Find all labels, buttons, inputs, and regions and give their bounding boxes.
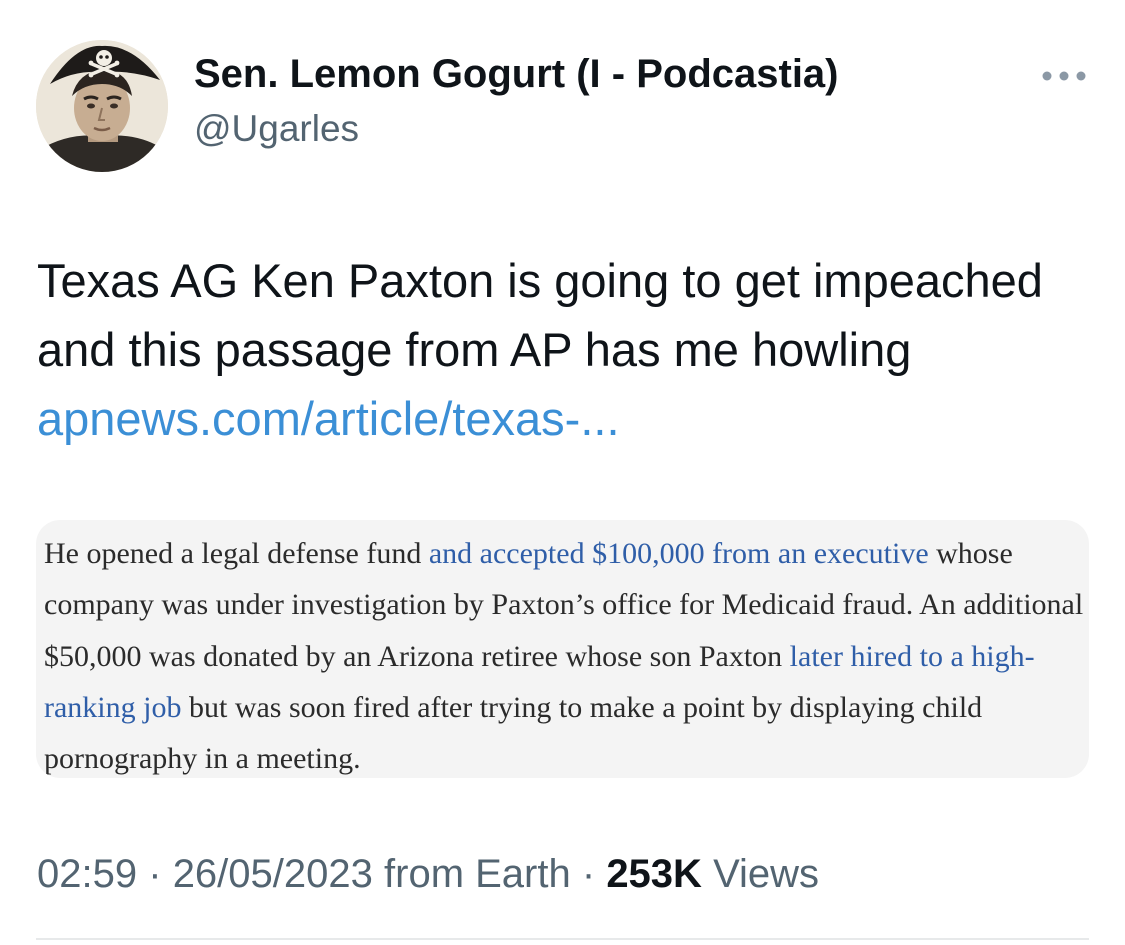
meta-separator: · bbox=[148, 852, 162, 896]
image-quote-text: He opened a legal defense fund and accep… bbox=[44, 528, 1089, 778]
meta-separator: · bbox=[581, 852, 596, 896]
article-link[interactable]: apnews.com/article/texas-... bbox=[37, 392, 620, 445]
author-display-name[interactable]: Sen. Lemon Gogurt (I - Podcastia) bbox=[194, 52, 839, 97]
tweet-time[interactable]: 02:59 bbox=[37, 852, 137, 896]
more-options-button[interactable] bbox=[1036, 60, 1092, 92]
tweet-body: Texas AG Ken Paxton is going to get impe… bbox=[37, 254, 1043, 376]
tweet-meta: 02:59 · 26/05/2023 from Earth · 253K Vie… bbox=[37, 852, 819, 897]
avatar[interactable] bbox=[36, 40, 168, 172]
quote-segment: but was soon fired after trying to make … bbox=[44, 690, 983, 776]
tweet-date[interactable]: 26/05/2023 bbox=[173, 852, 373, 896]
views-label[interactable]: Views bbox=[713, 852, 819, 896]
quote-segment: He opened a legal defense fund bbox=[44, 537, 429, 570]
tweet-text: Texas AG Ken Paxton is going to get impe… bbox=[37, 246, 1097, 453]
quote-link-segment: and accepted $100,000 from an executive bbox=[428, 537, 929, 570]
more-horizontal-icon bbox=[1042, 71, 1086, 81]
views-count[interactable]: 253K bbox=[606, 852, 702, 896]
profile-photo bbox=[36, 40, 168, 172]
tweet-source: from Earth bbox=[384, 852, 571, 896]
attached-image[interactable]: He opened a legal defense fund and accep… bbox=[36, 520, 1089, 778]
divider bbox=[36, 938, 1089, 940]
author-handle[interactable]: @Ugarles bbox=[194, 108, 359, 150]
